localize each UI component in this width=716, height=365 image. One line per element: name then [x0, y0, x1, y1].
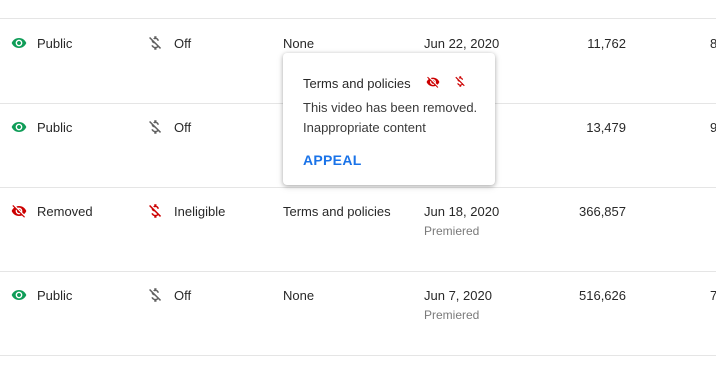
terms-policies-popup: Terms and policies This video has been r…: [283, 53, 495, 185]
restrictions-label: None: [283, 36, 315, 51]
appeal-button[interactable]: APPEAL: [303, 152, 362, 168]
eye-off-icon: [11, 205, 27, 218]
removal-message: This video has been removed.: [303, 100, 478, 115]
eye-icon: [11, 290, 27, 300]
restrictions-label: Terms and policies: [283, 204, 391, 219]
comments-count: 76: [710, 288, 716, 303]
removal-reason: Inappropriate content: [303, 120, 426, 135]
table-row[interactable]: Public Off None Jun 7, 2020 Premiered 51…: [0, 271, 716, 356]
eye-off-icon: [426, 76, 440, 88]
eye-icon: [11, 122, 27, 132]
views-count: 13,479: [586, 120, 626, 135]
monetization-label: Off: [174, 288, 192, 303]
monetization-label: Off: [174, 36, 192, 51]
eye-icon: [11, 38, 27, 48]
date-label: Jun 7, 2020: [424, 288, 492, 303]
popup-title: Terms and policies: [303, 76, 411, 91]
table-row[interactable]: Removed Ineligible Terms and policies Ju…: [0, 187, 716, 272]
dollar-off-icon: [149, 204, 162, 218]
visibility-label: Removed: [37, 204, 93, 219]
premiered-label: Premiered: [424, 224, 480, 238]
views-count: 11,762: [587, 36, 626, 51]
dollar-off-icon: [149, 288, 162, 302]
premiered-label: Premiered: [424, 308, 480, 322]
dollar-off-icon: [455, 76, 465, 87]
monetization-label: Ineligible: [174, 204, 226, 219]
comments-count: 8: [710, 36, 716, 51]
visibility-label: Public: [37, 36, 73, 51]
dollar-off-icon: [149, 120, 162, 134]
dollar-off-icon: [149, 36, 162, 50]
views-count: 366,857: [579, 204, 626, 219]
visibility-label: Public: [37, 120, 73, 135]
date-label: Jun 22, 2020: [424, 36, 500, 51]
views-count: 516,626: [579, 288, 626, 303]
monetization-label: Off: [174, 120, 192, 135]
comments-count: 9: [710, 120, 716, 135]
restrictions-label: None: [283, 288, 315, 303]
visibility-label: Public: [37, 288, 73, 303]
date-label: Jun 18, 2020: [424, 204, 500, 219]
